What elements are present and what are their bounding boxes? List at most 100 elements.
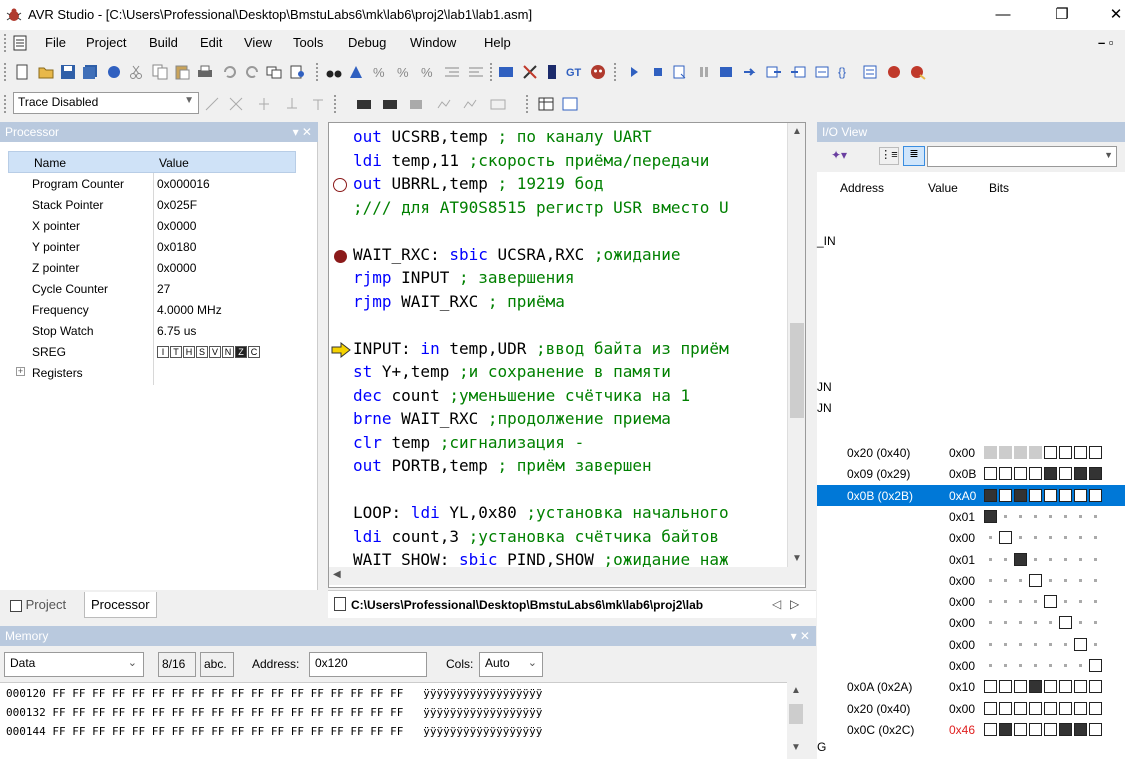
io-bit[interactable] [999,680,1012,694]
io-bit[interactable] [1014,467,1027,481]
menu-view[interactable]: View [244,35,272,50]
gcc-icon[interactable]: GT [566,64,582,80]
save-icon[interactable] [60,64,76,80]
tab-project[interactable]: Project [6,594,70,616]
toolbar-grip[interactable] [614,63,617,81]
trace-clear-icon[interactable] [228,96,244,112]
io-bit[interactable] [1074,488,1087,502]
header-value[interactable]: Value [159,156,189,170]
io-register-row[interactable]: 0x00 [817,527,1125,548]
stop-debugging-icon[interactable] [650,64,666,80]
trace-down-icon[interactable] [284,96,300,112]
menu-edit[interactable]: Edit [200,35,222,50]
chip-gray-icon[interactable] [408,96,424,112]
memory-type-select[interactable]: Data ⌄ [4,652,144,677]
io-bit[interactable] [1044,446,1057,459]
editor-file-tab[interactable]: C:\Users\Professional\Desktop\BmstuLabs6… [328,590,816,618]
io-register-row[interactable]: 0x00 [817,570,1125,591]
io-bit[interactable] [1029,701,1042,715]
processor-row[interactable]: Stop Watch 6.75 us [8,321,308,342]
breakpoint-icon[interactable] [334,249,347,263]
memory-address-input[interactable]: 0x120 [309,652,427,677]
signal2-icon[interactable] [462,96,478,112]
indent-icon[interactable] [444,64,460,80]
memory-line[interactable]: 000144 FF FF FF FF FF FF FF FF FF FF FF … [6,725,542,738]
mdi-controls[interactable]: – ▫ [1098,35,1113,50]
pane-controls[interactable]: ▾ ✕ [791,626,810,646]
code-line[interactable]: out UCSRB,temp ; по каналу UART [353,127,652,150]
io-bit[interactable] [999,467,1012,481]
processor-row[interactable]: X pointer 0x0000 [8,216,308,237]
io-bit[interactable] [1059,616,1072,630]
io-bit[interactable] [999,701,1012,715]
io-bit[interactable] [1044,488,1057,502]
menu-file[interactable]: File [45,35,66,50]
break-icon[interactable] [696,64,712,80]
io-bit[interactable] [999,446,1012,459]
pane-controls[interactable]: ▾ ✕ [293,122,312,142]
io-list-icon[interactable]: ≣ [903,146,925,166]
processor-row[interactable]: Program Counter 0x000016 [8,174,308,195]
io-bit[interactable] [1059,446,1072,459]
con-chip-icon[interactable] [356,96,372,112]
trace-filter-icon[interactable] [204,96,220,112]
paste-icon[interactable] [174,64,190,80]
expand-icon[interactable]: + [16,367,25,376]
io-bit[interactable] [1074,637,1087,651]
io-register-row[interactable]: 0x20 (0x40) 0x00 [817,442,1125,463]
io-bit[interactable] [1029,467,1042,481]
toolbar-grip[interactable] [4,63,7,81]
toggle-bookmark-icon[interactable]: % [372,64,388,80]
registers-row[interactable]: + Registers [8,363,308,384]
minimize-button[interactable]: — [991,4,1015,26]
io-bit[interactable] [1089,680,1102,694]
tab-nav-left-icon[interactable]: ◁ [772,597,781,611]
scroll-thumb[interactable] [790,323,804,418]
io-register-row[interactable]: 0x00 [817,612,1125,633]
toolbar-grip[interactable] [334,95,337,113]
scroll-left-icon[interactable]: ◀ [333,569,341,580]
io-bit[interactable] [1074,446,1087,459]
io-bit[interactable] [1029,446,1042,459]
scroll-down-icon[interactable]: ▼ [791,742,801,753]
trace-marker-icon[interactable] [256,96,272,112]
code-line[interactable]: dec count ;уменьшение счётчика на 1 [353,386,690,409]
editor-vscrollbar[interactable]: ▲ ▼ [787,123,805,567]
io-bit[interactable] [1089,659,1102,672]
io-search-combo[interactable]: ▼ [927,146,1117,167]
menu-help[interactable]: Help [484,35,511,50]
build-tools-icon[interactable] [522,64,538,80]
memory-line[interactable]: 000120 FF FF FF FF FF FF FF FF FF FF FF … [6,687,542,700]
avr-bug-icon[interactable] [590,64,606,80]
io-bit[interactable] [1029,722,1042,736]
close-button[interactable]: ✕ [1104,4,1125,26]
io-bit[interactable] [1059,722,1072,736]
step-into-icon[interactable] [742,64,758,80]
code-line[interactable]: ;/// для AT90S8515 регистр USR вместо U [353,198,729,221]
io-header-bits[interactable]: Bits [989,181,1009,195]
io-tree-icon[interactable]: ⋮≡ [879,147,899,165]
sreg-flag[interactable]: C [248,345,260,358]
cut-icon[interactable] [128,64,144,80]
io-register-row[interactable]: 0x00 [817,655,1125,676]
assemble-icon[interactable] [498,64,514,80]
scroll-up-icon[interactable]: ▲ [788,123,806,140]
io-bit[interactable] [1029,488,1042,502]
run-icon[interactable] [626,64,642,80]
menu-project[interactable]: Project [86,35,126,50]
io-header-value[interactable]: Value [928,181,958,195]
header-name[interactable]: Name [34,156,66,170]
code-line[interactable]: rjmp INPUT ; завершения [353,268,575,291]
auto-step-icon[interactable]: {} [838,64,854,80]
processor-row[interactable]: Z pointer 0x0000 [8,258,308,279]
memory-dump[interactable]: 000120 FF FF FF FF FF FF FF FF FF FF FF … [0,682,787,759]
processor-row[interactable]: Stack Pointer 0x025F [8,195,308,216]
io-bit[interactable] [1089,488,1102,502]
memory-width-button[interactable]: 8/16 [158,652,196,677]
io-view-icon[interactable] [562,96,578,112]
find-next-icon[interactable] [348,64,364,80]
undo-icon[interactable] [222,64,238,80]
code-line[interactable]: st Y+,temp ;и сохранение в памяти [353,362,671,385]
io-bit[interactable] [1089,701,1102,715]
processor-row[interactable]: Y pointer 0x0180 [8,237,308,258]
